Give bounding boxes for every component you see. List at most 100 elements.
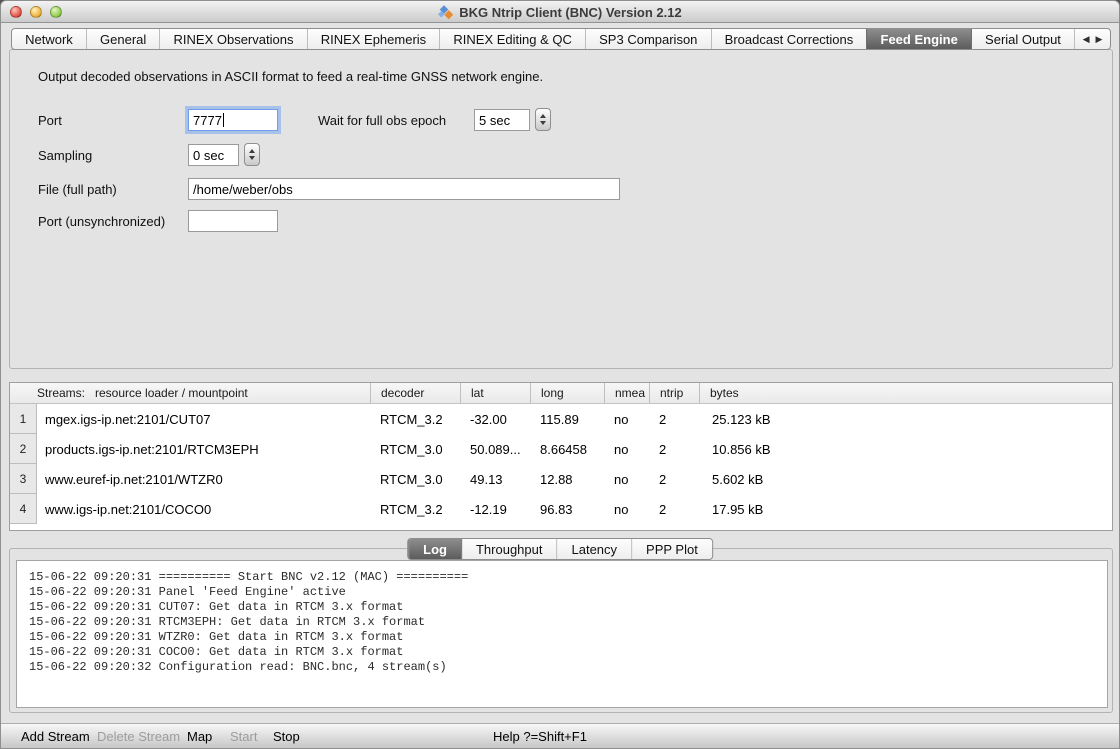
tab-sp3-comparison[interactable]: SP3 Comparison bbox=[585, 29, 711, 49]
log-output[interactable]: 15-06-22 09:20:31 ========== Start BNC v… bbox=[16, 560, 1108, 708]
row-number: 4 bbox=[10, 494, 37, 524]
tab-ppp-plot[interactable]: PPP Plot bbox=[631, 539, 712, 559]
header-nmea[interactable]: nmea bbox=[604, 383, 649, 403]
streams-table: Streams: resource loader / mountpoint de… bbox=[9, 382, 1113, 531]
add-stream-button[interactable]: Add Stream bbox=[21, 729, 90, 744]
header-mountpoint[interactable]: Streams: resource loader / mountpoint bbox=[10, 383, 370, 403]
cell-bytes: 17.95 kB bbox=[699, 494, 1112, 524]
sampling-input[interactable]: 0 sec bbox=[188, 144, 239, 166]
cell-long: 96.83 bbox=[530, 494, 604, 524]
tab-throughput[interactable]: Throughput bbox=[461, 539, 557, 559]
cell-long: 115.89 bbox=[530, 404, 604, 434]
sampling-value: 0 sec bbox=[193, 148, 224, 163]
cell-decoder: RTCM_3.2 bbox=[370, 494, 460, 524]
cell-ntrip: 2 bbox=[649, 464, 699, 494]
tab-scroll-buttons: ◀ ▶ bbox=[1074, 29, 1110, 49]
table-row[interactable]: 1 mgex.igs-ip.net:2101/CUT07 RTCM_3.2 -3… bbox=[10, 404, 1112, 434]
cell-nmea: no bbox=[604, 434, 649, 464]
row-number: 2 bbox=[10, 434, 37, 464]
cell-mountpoint: www.igs-ip.net:2101/COCO0 bbox=[37, 494, 370, 524]
window-title: BKG Ntrip Client (BNC) Version 2.12 bbox=[459, 5, 681, 20]
file-label: File (full path) bbox=[38, 182, 117, 197]
table-row[interactable]: 4 www.igs-ip.net:2101/COCO0 RTCM_3.2 -12… bbox=[10, 494, 1112, 524]
tab-log[interactable]: Log bbox=[408, 539, 461, 559]
stop-button[interactable]: Stop bbox=[273, 729, 300, 744]
cell-nmea: no bbox=[604, 494, 649, 524]
cell-nmea: no bbox=[604, 464, 649, 494]
stepper-down-icon[interactable] bbox=[249, 156, 255, 160]
log-line: 15-06-22 09:20:31 RTCM3EPH: Get data in … bbox=[29, 615, 1107, 630]
cell-lat: 49.13 bbox=[460, 464, 530, 494]
tab-feed-engine[interactable]: Feed Engine bbox=[866, 29, 971, 49]
port-input[interactable]: 7777 bbox=[188, 109, 278, 131]
cell-mountpoint: mgex.igs-ip.net:2101/CUT07 bbox=[37, 404, 370, 434]
sampling-stepper[interactable] bbox=[244, 143, 260, 166]
log-line: 15-06-22 09:20:31 ========== Start BNC v… bbox=[29, 570, 1107, 585]
header-decoder[interactable]: decoder bbox=[370, 383, 460, 403]
header-lat[interactable]: lat bbox=[460, 383, 530, 403]
header-bytes[interactable]: bytes bbox=[699, 383, 1112, 403]
help-shortcut-label: Help ?=Shift+F1 bbox=[493, 729, 587, 744]
cell-mountpoint: www.euref-ip.net:2101/WTZR0 bbox=[37, 464, 370, 494]
file-input[interactable]: /home/weber/obs bbox=[188, 178, 620, 200]
window-title-wrap: BKG Ntrip Client (BNC) Version 2.12 bbox=[1, 1, 1119, 23]
cell-nmea: no bbox=[604, 404, 649, 434]
log-tab-bar: Log Throughput Latency PPP Plot bbox=[407, 538, 713, 560]
app-icon bbox=[438, 5, 454, 20]
port-value: 7777 bbox=[193, 113, 222, 128]
feed-engine-pane: Output decoded observations in ASCII for… bbox=[9, 49, 1113, 369]
cell-ntrip: 2 bbox=[649, 404, 699, 434]
cell-lat: 50.089... bbox=[460, 434, 530, 464]
log-line: 15-06-22 09:20:31 COCO0: Get data in RTC… bbox=[29, 645, 1107, 660]
row-number: 3 bbox=[10, 464, 37, 494]
wait-epoch-stepper[interactable] bbox=[535, 108, 551, 131]
cell-ntrip: 2 bbox=[649, 494, 699, 524]
delete-stream-button: Delete Stream bbox=[97, 729, 180, 744]
tab-rinex-editing-qc[interactable]: RINEX Editing & QC bbox=[439, 29, 585, 49]
wait-epoch-value: 5 sec bbox=[479, 113, 510, 128]
tab-serial-output[interactable]: Serial Output bbox=[971, 29, 1074, 49]
tab-scroll-right-icon[interactable]: ▶ bbox=[1096, 34, 1103, 45]
text-caret bbox=[223, 113, 224, 127]
tab-latency[interactable]: Latency bbox=[556, 539, 631, 559]
stepper-down-icon[interactable] bbox=[540, 121, 546, 125]
tab-general[interactable]: General bbox=[86, 29, 159, 49]
map-button[interactable]: Map bbox=[187, 729, 212, 744]
cell-long: 8.66458 bbox=[530, 434, 604, 464]
file-value: /home/weber/obs bbox=[193, 182, 293, 197]
sampling-label: Sampling bbox=[38, 148, 92, 163]
cell-decoder: RTCM_3.0 bbox=[370, 464, 460, 494]
cell-lat: -32.00 bbox=[460, 404, 530, 434]
log-pane: 15-06-22 09:20:31 ========== Start BNC v… bbox=[9, 548, 1113, 713]
start-button: Start bbox=[230, 729, 257, 744]
cell-ntrip: 2 bbox=[649, 434, 699, 464]
wait-epoch-input[interactable]: 5 sec bbox=[474, 109, 530, 131]
cell-decoder: RTCM_3.2 bbox=[370, 404, 460, 434]
cell-mountpoint: products.igs-ip.net:2101/RTCM3EPH bbox=[37, 434, 370, 464]
streams-table-header: Streams: resource loader / mountpoint de… bbox=[10, 383, 1112, 404]
cell-bytes: 10.856 kB bbox=[699, 434, 1112, 464]
cell-bytes: 25.123 kB bbox=[699, 404, 1112, 434]
app-window: BKG Ntrip Client (BNC) Version 2.12 Netw… bbox=[0, 0, 1120, 749]
table-row[interactable]: 3 www.euref-ip.net:2101/WTZR0 RTCM_3.0 4… bbox=[10, 464, 1112, 494]
port-unsync-label: Port (unsynchronized) bbox=[38, 214, 165, 229]
stepper-up-icon[interactable] bbox=[540, 114, 546, 118]
tab-scroll-left-icon[interactable]: ◀ bbox=[1083, 34, 1090, 45]
tab-broadcast-corrections[interactable]: Broadcast Corrections bbox=[711, 29, 867, 49]
cell-decoder: RTCM_3.0 bbox=[370, 434, 460, 464]
tab-network[interactable]: Network bbox=[12, 29, 86, 49]
bottom-toolbar: Add Stream Delete Stream Map Start Stop … bbox=[1, 723, 1119, 749]
header-ntrip[interactable]: ntrip bbox=[649, 383, 699, 403]
port-unsync-input[interactable] bbox=[188, 210, 278, 232]
titlebar: BKG Ntrip Client (BNC) Version 2.12 bbox=[1, 1, 1119, 23]
tab-rinex-observations[interactable]: RINEX Observations bbox=[159, 29, 306, 49]
cell-long: 12.88 bbox=[530, 464, 604, 494]
port-label: Port bbox=[38, 113, 62, 128]
log-line: 15-06-22 09:20:31 WTZR0: Get data in RTC… bbox=[29, 630, 1107, 645]
table-row[interactable]: 2 products.igs-ip.net:2101/RTCM3EPH RTCM… bbox=[10, 434, 1112, 464]
main-tab-bar: Network General RINEX Observations RINEX… bbox=[11, 28, 1111, 50]
tab-rinex-ephemeris[interactable]: RINEX Ephemeris bbox=[307, 29, 440, 49]
log-line: 15-06-22 09:20:32 Configuration read: BN… bbox=[29, 660, 1107, 675]
header-long[interactable]: long bbox=[530, 383, 604, 403]
stepper-up-icon[interactable] bbox=[249, 149, 255, 153]
